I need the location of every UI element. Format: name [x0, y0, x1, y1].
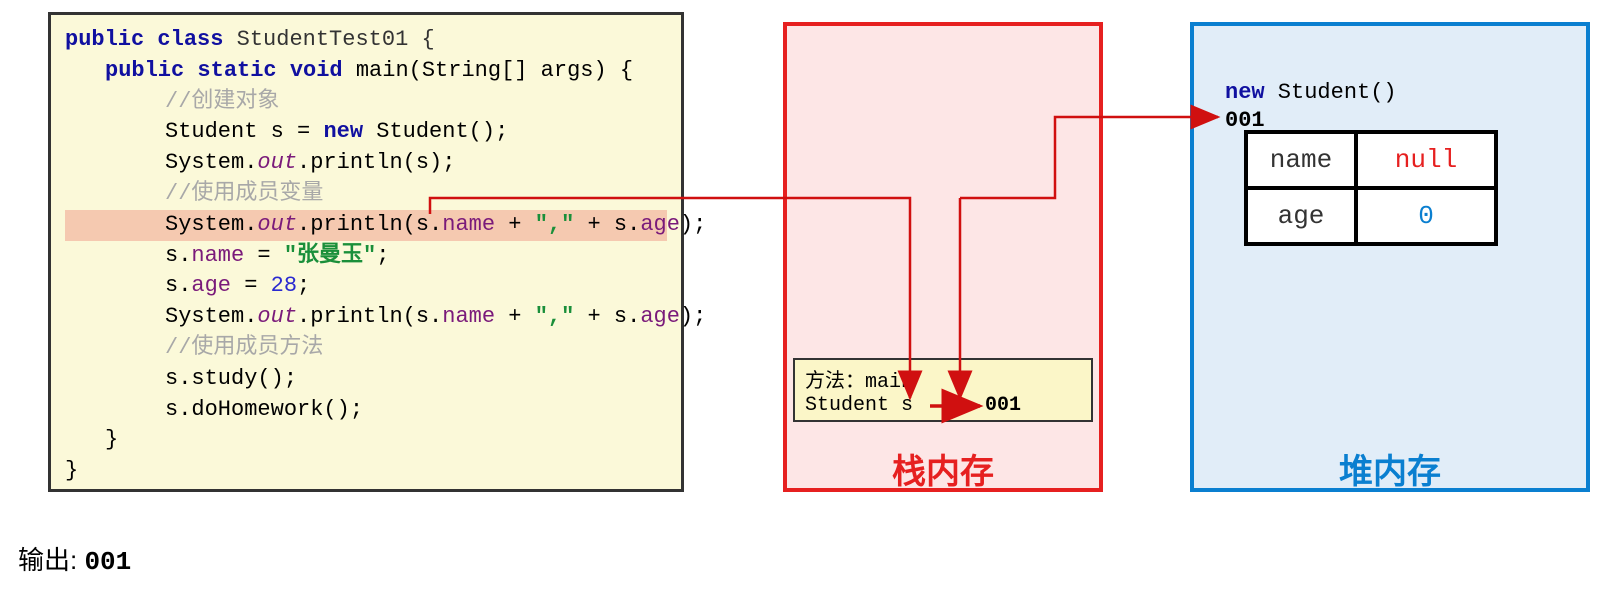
field-age: age	[640, 304, 680, 329]
string-literal: "张曼玉"	[284, 243, 376, 268]
string-literal: ","	[535, 304, 575, 329]
method-sig: main(String[] args) {	[343, 58, 633, 83]
output-label: 输出:	[18, 545, 84, 575]
field-name-value: null	[1356, 132, 1496, 188]
field-name: name	[191, 243, 244, 268]
output-line: 输出: 001	[18, 540, 131, 577]
keyword: new	[323, 119, 363, 144]
code-comment-1: //创建对象	[65, 87, 667, 118]
code-line-set-name: s.name = "张曼玉";	[65, 241, 667, 272]
code-line-set-age: s.age = 28;	[65, 271, 667, 302]
field-age: age	[640, 212, 680, 237]
stack-memory-label: 栈内存	[783, 444, 1103, 493]
field-age-label: age	[1246, 188, 1356, 244]
heap-memory-label: 堆内存	[1190, 444, 1590, 493]
field-name-label: name	[1246, 132, 1356, 188]
keyword: public class	[65, 27, 223, 52]
stack-frame-main: 方法：main Student s 001	[793, 358, 1093, 422]
field-age-value: 0	[1356, 188, 1496, 244]
field-name: name	[442, 212, 495, 237]
code-line-println-s: System.out.println(s);	[65, 148, 667, 179]
code-line-highlighted: System.out.println(s.name + "," + s.age)…	[65, 210, 667, 241]
out-field: out	[257, 150, 297, 175]
heap-new-expression: new Student()	[1225, 80, 1397, 105]
code-comment-2: //使用成员变量	[65, 179, 667, 210]
field-name: name	[442, 304, 495, 329]
string-literal: ","	[535, 212, 575, 237]
code-close-brace-2: }	[65, 456, 667, 487]
code-line-1: public class StudentTest01 {	[65, 25, 667, 56]
field-age: age	[191, 273, 231, 298]
code-close-brace-1: }	[65, 425, 667, 456]
out-field: out	[257, 212, 297, 237]
heap-object-table: name null age 0	[1244, 130, 1498, 246]
class-name: StudentTest01 {	[223, 27, 434, 52]
code-line-2: public static void main(String[] args) {	[65, 56, 667, 87]
stack-frame-method: 方法：main	[805, 364, 1081, 394]
stack-frame-var: Student s 001	[805, 394, 1081, 417]
code-line-println-2: System.out.println(s.name + "," + s.age)…	[65, 302, 667, 333]
code-line-study: s.study();	[65, 364, 667, 395]
keyword: new	[1225, 80, 1265, 105]
number-literal: 28	[271, 273, 297, 298]
code-line-dohomework: s.doHomework();	[65, 395, 667, 426]
code-comment-3: //使用成员方法	[65, 333, 667, 364]
keyword: public static void	[105, 58, 343, 83]
stack-address: 001	[985, 394, 1021, 417]
output-value: 001	[84, 547, 131, 577]
code-panel: public class StudentTest01 { public stat…	[48, 12, 684, 492]
out-field: out	[257, 304, 297, 329]
code-line-new-student: Student s = new Student();	[65, 117, 667, 148]
